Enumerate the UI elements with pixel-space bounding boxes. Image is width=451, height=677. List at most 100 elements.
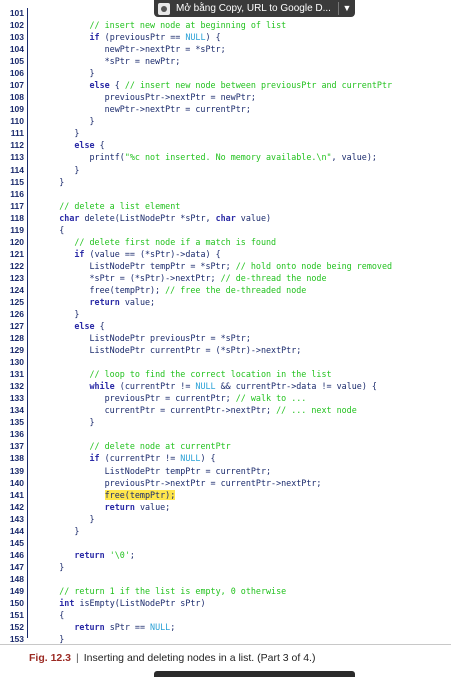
line-number: 141 (9, 489, 24, 500)
code-token: char (59, 212, 80, 223)
line-number: 151 (9, 610, 24, 620)
code-token: (currentPtr != (99, 453, 181, 464)
line-number: 148 (9, 573, 24, 584)
open-with-toolbar[interactable]: Mở bằng Copy, URL to Google D... ▼ (154, 0, 355, 17)
line-number: 105 (9, 56, 24, 67)
line-number: 109 (9, 104, 24, 115)
code-line: 136 (0, 429, 451, 439)
code-token: if (89, 453, 100, 464)
code-line: 129 ListNodePtr currentPtr = (*sPtr)->ne… (0, 345, 451, 355)
code-line: 141 free(tempPtr); (0, 489, 451, 500)
code-token: ListNodePtr tempPtr = *sPtr; (29, 260, 236, 271)
code-text: if (previousPtr == NULL) { (29, 32, 221, 42)
code-token: newPtr->nextPtr = currentPtr; (29, 104, 251, 115)
code-line: 140 previousPtr->nextPtr = currentPtr->n… (0, 478, 451, 488)
code-token: } (29, 68, 95, 79)
line-number: 153 (9, 634, 24, 645)
code-line: 110 } (0, 116, 451, 126)
code-token: } (29, 561, 65, 572)
code-text: newPtr->nextPtr = *sPtr; (29, 44, 226, 54)
code-token: ; (170, 622, 176, 633)
highlighted-code: free(tempPtr); (104, 489, 176, 500)
code-text: newPtr->nextPtr = currentPtr; (29, 104, 251, 114)
code-token: } (29, 128, 80, 139)
figure-caption: Fig. 12.3 | Inserting and deleting nodes i… (29, 652, 315, 664)
code-token: free(tempPtr); (29, 284, 166, 295)
code-token: ListNodePtr previousPtr = *sPtr; (29, 333, 251, 344)
code-token: isEmpty(ListNodePtr sPtr) (74, 597, 206, 608)
code-text: } (29, 116, 95, 126)
line-number: 108 (9, 92, 24, 103)
code-token: // insert new node between previousPtr a… (124, 80, 393, 91)
code-token: // ... next node (276, 405, 357, 416)
code-line: 134 currentPtr = currentPtr->nextPtr; //… (0, 405, 451, 415)
line-number: 114 (10, 164, 24, 175)
code-text: } (29, 128, 79, 138)
line-number: 120 (9, 236, 24, 247)
code-text: // insert new node at beginning of list (29, 20, 287, 30)
code-token: } (29, 176, 65, 187)
line-number: 145 (9, 537, 24, 548)
code-text: return '\0'; (29, 550, 135, 560)
line-number: 147 (9, 561, 24, 572)
code-token: // delete first node if a match is found (74, 236, 277, 247)
code-token: } (29, 309, 80, 319)
code-line: 142 return value; (0, 502, 451, 512)
code-token: // delete node at currentPtr (89, 441, 231, 452)
code-token: ListNodePtr currentPtr = (*sPtr)->nextPt… (29, 345, 302, 356)
code-token: { (29, 224, 65, 235)
code-text: } (29, 68, 95, 78)
code-line: 146 return '\0'; (0, 550, 451, 560)
code-token: } (29, 164, 80, 175)
chevron-down-icon[interactable]: ▼ (339, 0, 355, 17)
code-text: if (currentPtr != NULL) { (29, 453, 216, 463)
caption-separator: | (76, 652, 79, 664)
code-line: 112 else { (0, 140, 451, 150)
line-number: 126 (9, 309, 24, 319)
code-line: 145 (0, 538, 451, 548)
code-line: 105 *sPtr = newPtr; (0, 56, 451, 66)
code-token: // de-thread the node (220, 272, 327, 283)
line-number: 144 (9, 525, 24, 536)
code-token: previousPtr->nextPtr = newPtr; (29, 92, 256, 103)
line-number: 106 (9, 68, 24, 79)
code-text: // delete node at currentPtr (29, 441, 231, 451)
bottom-toolbar-handle[interactable] (154, 671, 355, 677)
code-token: "%c not inserted. No memory available.\n… (124, 152, 332, 163)
code-token: (currentPtr != (114, 381, 196, 392)
line-number: 132 (9, 381, 24, 392)
code-text: return value; (29, 297, 156, 307)
code-token: ; (129, 549, 135, 560)
code-token: { (109, 80, 125, 91)
line-number: 149 (9, 585, 24, 596)
code-text: ListNodePtr previousPtr = *sPtr; (29, 333, 251, 343)
open-with-label[interactable]: Mở bằng Copy, URL to Google D... (176, 0, 338, 17)
code-text: { (29, 225, 64, 235)
line-number: 122 (9, 260, 24, 271)
code-line: 122 ListNodePtr tempPtr = *sPtr; // hold… (0, 261, 451, 271)
code-line: 144 } (0, 526, 451, 536)
code-token: *sPtr = newPtr; (29, 56, 181, 67)
line-number: 135 (9, 417, 24, 428)
line-number: 115 (10, 176, 24, 187)
code-line: 137 // delete node at currentPtr (0, 441, 451, 451)
code-line: 132 while (currentPtr != NULL && current… (0, 381, 451, 391)
figure-number: Fig. 12.3 (29, 652, 72, 664)
line-number: 140 (9, 477, 24, 488)
code-line: 116 (0, 189, 451, 199)
line-number: 123 (9, 272, 24, 283)
code-token: previousPtr->nextPtr = currentPtr->nextP… (29, 477, 322, 488)
code-text: } (29, 165, 79, 175)
code-token: int (59, 597, 75, 608)
line-number: 130 (9, 357, 24, 368)
code-token: return (104, 501, 135, 512)
code-line: 150 int isEmpty(ListNodePtr sPtr) (0, 598, 451, 608)
code-token: else (89, 80, 110, 91)
line-number: 128 (9, 333, 24, 344)
code-token: { (94, 321, 105, 332)
code-text: } (29, 526, 79, 536)
